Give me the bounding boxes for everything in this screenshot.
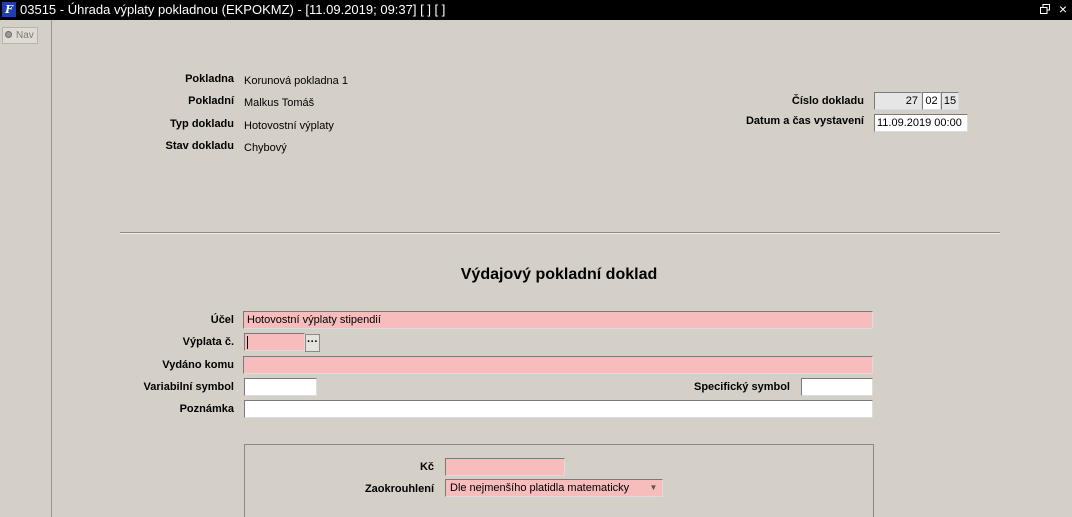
cislo-dokladu-field-3: 15 xyxy=(941,92,959,110)
window-title: 03515 - Úhrada výplaty pokladnou (EKPOKM… xyxy=(20,2,446,17)
zaokrouhleni-select[interactable]: Dle nejmenšího platidla matematicky ▼ xyxy=(445,479,663,497)
pokladni-value: Malkus Tomáš xyxy=(244,97,315,109)
cislo-dokladu-field-2: 02 xyxy=(922,92,941,110)
app-logo-icon: F xyxy=(2,2,16,17)
vydano-komu-label: Vydáno komu xyxy=(162,359,234,371)
cislo-dokladu-field-1: 27 xyxy=(874,92,922,110)
vyplata-label: Výplata č. xyxy=(182,336,234,348)
datum-vystaveni-label: Datum a čas vystavení xyxy=(745,115,864,127)
chevron-down-icon[interactable]: ▼ xyxy=(646,481,661,495)
form-heading: Výdajový pokladní doklad xyxy=(460,266,658,283)
text-cursor xyxy=(247,336,248,349)
kc-field[interactable] xyxy=(445,458,565,476)
pokladni-label: Pokladní xyxy=(188,95,234,107)
stav-dokladu-value: Chybový xyxy=(244,142,287,154)
zaokrouhleni-label: Zaokrouhlení xyxy=(364,483,434,495)
nav-button-label: Nav xyxy=(16,30,34,41)
cislo-dokladu-label: Číslo dokladu xyxy=(791,95,864,107)
title-bar: F 03515 - Úhrada výplaty pokladnou (EKPO… xyxy=(0,0,1072,20)
datum-vystaveni-field[interactable]: 11.09.2019 00:00 xyxy=(874,114,968,132)
poznamka-label: Poznámka xyxy=(179,403,234,415)
close-icon[interactable]: × xyxy=(1059,1,1067,18)
zaokrouhleni-selected-value: Dle nejmenšího platidla matematicky xyxy=(450,482,630,494)
kc-label: Kč xyxy=(419,461,434,473)
typ-dokladu-value: Hotovostní výplaty xyxy=(244,120,334,132)
variabilni-symbol-field[interactable] xyxy=(244,378,317,396)
vyplata-lookup-button[interactable]: ··· xyxy=(305,334,320,352)
separator xyxy=(120,232,1000,234)
typ-dokladu-label: Typ dokladu xyxy=(170,118,234,130)
nav-dot-icon xyxy=(5,31,12,38)
variabilni-symbol-label: Variabilní symbol xyxy=(143,381,234,393)
vydano-komu-field[interactable] xyxy=(243,356,873,374)
ucel-label: Účel xyxy=(210,314,234,326)
poznamka-field[interactable] xyxy=(244,400,873,418)
specificky-symbol-field[interactable] xyxy=(801,378,873,396)
vyplata-field[interactable] xyxy=(244,333,305,351)
pokladna-label: Pokladna xyxy=(185,73,234,85)
nav-button[interactable]: Nav xyxy=(2,27,38,44)
specificky-symbol-label: Specifický symbol xyxy=(694,381,790,393)
ucel-field[interactable]: Hotovostní výplaty stipendií xyxy=(243,311,873,329)
pokladna-value: Korunová pokladna 1 xyxy=(244,75,348,87)
stav-dokladu-label: Stav dokladu xyxy=(165,140,234,152)
restore-icon[interactable] xyxy=(1040,4,1050,14)
